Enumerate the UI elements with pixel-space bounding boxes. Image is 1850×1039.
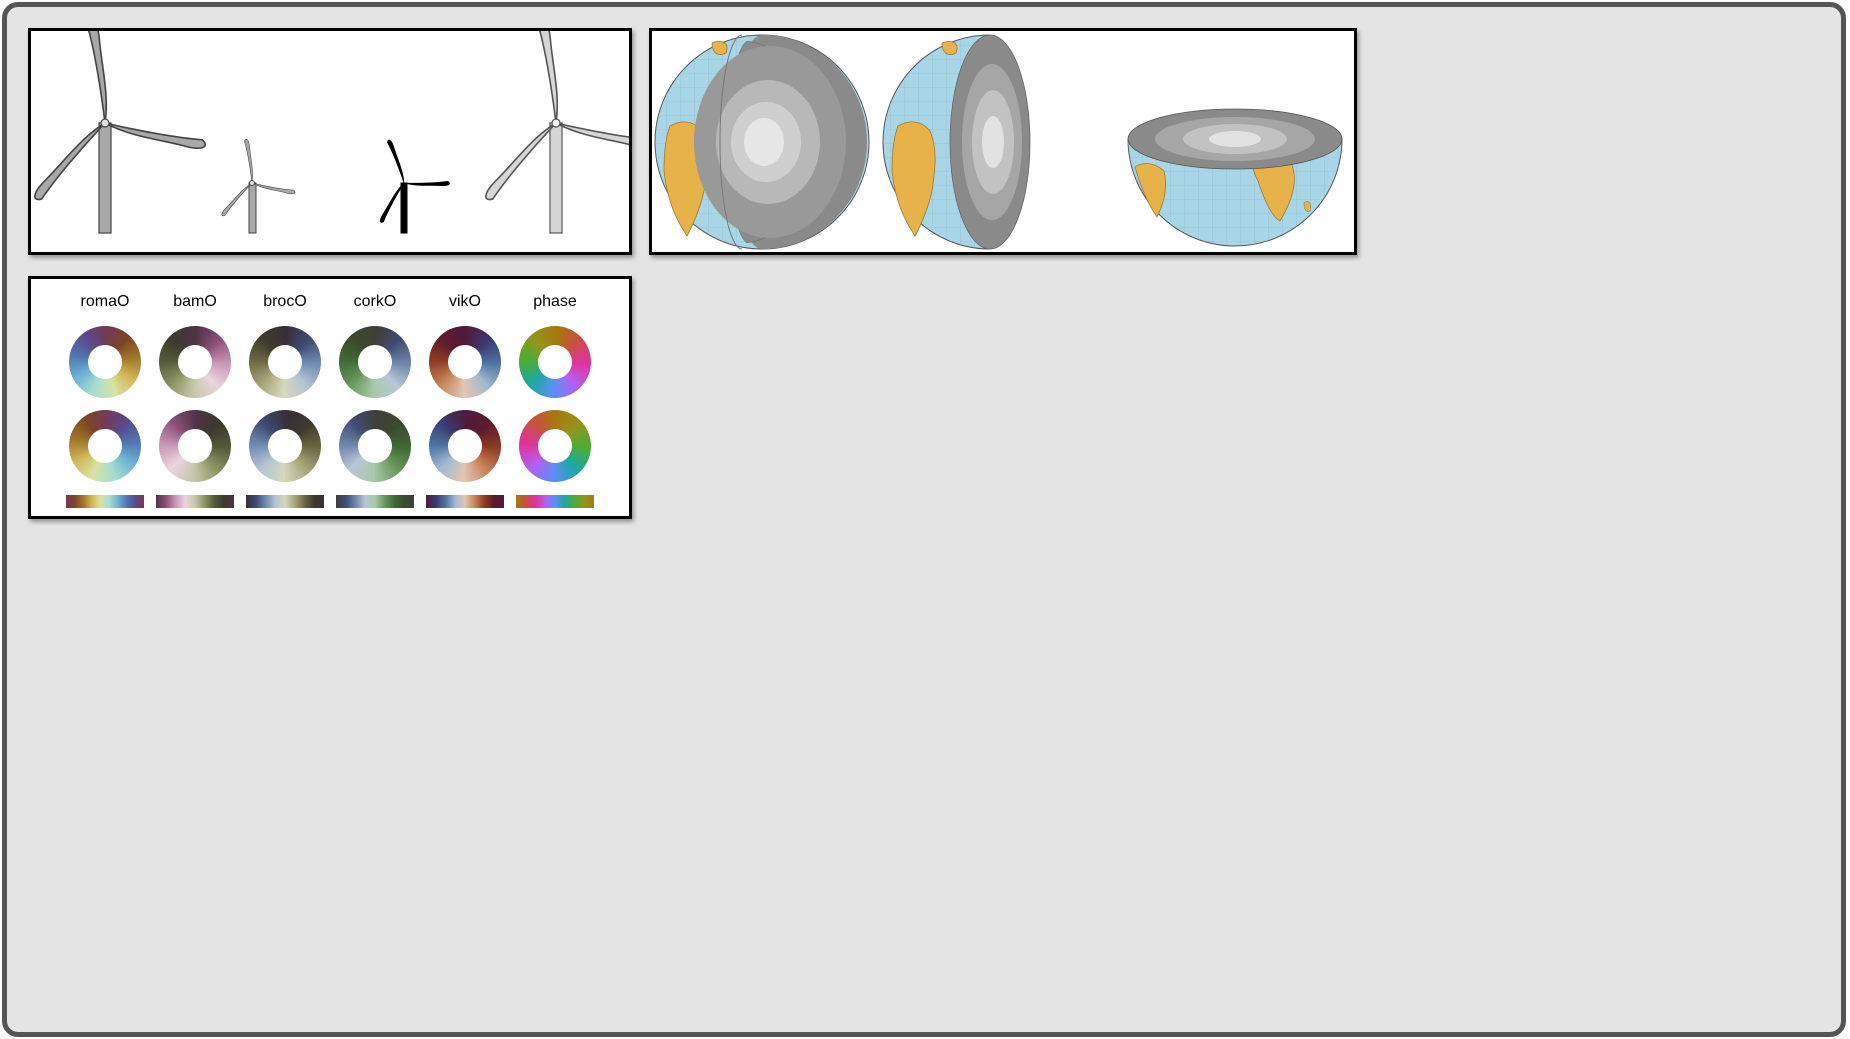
colormap-ring-phase-forward	[519, 326, 591, 398]
colormap-label-bamo: bamO	[173, 293, 217, 310]
colormap-ring-phase-reverse	[519, 410, 591, 482]
earth-cutaway-hemisphere	[1127, 108, 1343, 247]
colormap-bar-bamo	[156, 495, 234, 508]
wind-turbine-illustration	[34, 31, 629, 234]
colormap-bar-corko	[336, 495, 414, 508]
colormap-bar-viko	[426, 495, 504, 508]
turbine-large-grey	[34, 31, 207, 234]
colormap-ring-romao-reverse	[69, 410, 141, 482]
colormap-ring-bamo-forward	[159, 326, 231, 398]
colormap-bar-phase	[516, 495, 594, 508]
colormap-label-corko: corkO	[354, 293, 397, 310]
colormap-bar-romao	[66, 495, 144, 508]
turbine-large-light	[485, 31, 629, 234]
colormap-ring-bamo-reverse	[159, 410, 231, 482]
earth-cutaway-illustration	[654, 31, 1343, 252]
colormap-label-romao: romaO	[81, 293, 130, 310]
cyclic-colormaps-figure: romaO bamO brocO corkO vikO phase	[66, 293, 594, 508]
earth-cutaway-front	[654, 34, 870, 250]
turbine-black	[379, 139, 450, 234]
colormap-label-phase: phase	[533, 293, 577, 310]
earth-cutaway-panel[interactable]	[649, 28, 1357, 255]
colormap-label-viko: vikO	[449, 293, 481, 310]
colormap-ring-broco-forward	[249, 326, 321, 398]
colormap-ring-viko-reverse	[429, 410, 501, 482]
colormap-ring-corko-forward	[339, 326, 411, 398]
colormap-label-broco: brocO	[263, 293, 307, 310]
wind-turbine-panel[interactable]	[28, 28, 632, 255]
colormap-ring-broco-reverse	[249, 410, 321, 482]
earth-cutaway-side	[882, 31, 1101, 252]
app-canvas: romaO bamO brocO corkO vikO phase	[2, 2, 1846, 1037]
colormap-ring-corko-reverse	[339, 410, 411, 482]
colormap-ring-romao-forward	[69, 326, 141, 398]
colormap-bars	[66, 495, 594, 508]
turbine-small-grey	[221, 139, 296, 234]
colormap-ring-viko-forward	[429, 326, 501, 398]
colormap-labels: romaO bamO brocO corkO vikO phase	[81, 293, 577, 310]
cyclic-colormaps-panel[interactable]: romaO bamO brocO corkO vikO phase	[28, 276, 632, 519]
colormap-rings	[69, 326, 591, 482]
colormap-bar-broco	[246, 495, 324, 508]
